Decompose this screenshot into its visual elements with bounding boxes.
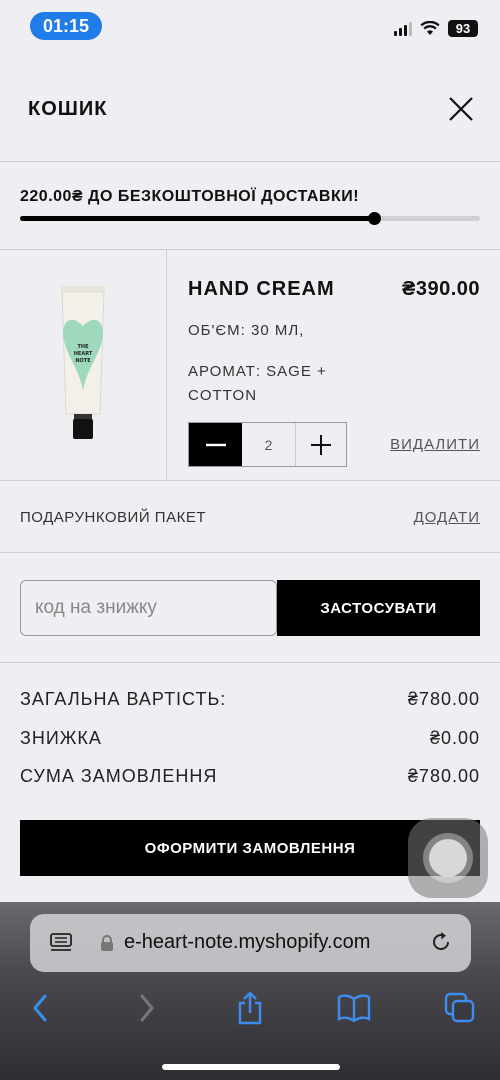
cart-item: THE HEART NOTE HAND CREAM ₴390.00 ОБ'ЄМ:… — [0, 250, 500, 481]
product-image[interactable]: THE HEART NOTE — [0, 250, 167, 481]
bookmarks-button[interactable] — [334, 988, 374, 1028]
shipping-progress-bar — [20, 212, 480, 225]
cellular-signal-icon — [394, 21, 412, 36]
lock-icon — [101, 935, 113, 951]
page-title: КОШИК — [28, 98, 108, 120]
add-gift-bag-link[interactable]: ДОДАТИ — [414, 509, 480, 526]
apply-discount-button[interactable]: ЗАСТОСУВАТИ — [277, 580, 480, 636]
forward-button[interactable] — [127, 988, 167, 1028]
battery-icon: 93 — [448, 20, 478, 37]
book-icon — [337, 994, 371, 1022]
subtotal-label: ЗАГАЛЬНА ВАРТІСТЬ: — [20, 689, 227, 709]
order-total-label: СУМА ЗАМОВЛЕННЯ — [20, 766, 218, 786]
subtotal-row: ЗАГАЛЬНА ВАРТІСТЬ: ₴780.00 — [20, 689, 480, 710]
wifi-icon — [420, 21, 440, 35]
minus-icon — [205, 443, 226, 446]
subtotal-value: ₴780.00 — [407, 689, 480, 709]
discount-row: ЗНИЖКА ₴0.00 — [20, 728, 480, 749]
hand-cream-tube-image: THE HEART NOTE — [61, 285, 105, 439]
home-indicator — [162, 1064, 340, 1070]
order-total-row: СУМА ЗАМОВЛЕННЯ ₴780.00 — [20, 766, 480, 787]
reload-icon[interactable] — [429, 930, 453, 954]
back-button[interactable] — [20, 988, 60, 1028]
share-button[interactable] — [230, 988, 270, 1028]
increase-quantity-button[interactable] — [295, 423, 346, 466]
chevron-right-icon — [140, 994, 154, 1022]
svg-text:NOTE: NOTE — [75, 358, 91, 364]
close-icon[interactable] — [448, 96, 474, 122]
gift-bag-row: ПОДАРУНКОВИЙ ПАКЕТ ДОДАТИ — [0, 481, 500, 553]
order-total-value: ₴780.00 — [407, 766, 480, 786]
status-time: 01:15 — [30, 12, 102, 40]
browser-nav-row — [0, 988, 500, 1028]
address-bar[interactable]: e-heart-note.myshopify.com — [30, 914, 471, 972]
discount-value: ₴0.00 — [429, 728, 480, 748]
browser-toolbar: e-heart-note.myshopify.com — [0, 902, 500, 1080]
tabs-icon — [444, 992, 475, 1023]
plus-icon — [311, 434, 331, 455]
discount-section: ЗАСТОСУВАТИ — [0, 553, 500, 663]
discount-label: ЗНИЖКА — [20, 728, 102, 748]
cart-header: КОШИК — [0, 60, 500, 162]
status-bar: 01:15 93 — [0, 0, 500, 56]
gift-bag-label: ПОДАРУНКОВИЙ ПАКЕТ — [20, 509, 206, 526]
url-text: e-heart-note.myshopify.com — [124, 931, 371, 953]
free-shipping-section: 220.00₴ ДО БЕЗКОШТОВНОЇ ДОСТАВКИ! — [0, 162, 500, 250]
tabs-button[interactable] — [440, 988, 480, 1028]
reader-view-icon[interactable] — [50, 932, 72, 954]
svg-text:HEART: HEART — [74, 351, 93, 357]
product-name[interactable]: HAND CREAM — [188, 278, 335, 301]
product-volume: ОБ'ЄМ: 30 МЛ, — [188, 322, 305, 339]
quantity-value[interactable]: 2 — [242, 423, 295, 466]
product-price: ₴390.00 — [401, 278, 480, 300]
assistive-touch-core — [429, 839, 467, 877]
remove-item-link[interactable]: ВИДАЛИТИ — [390, 436, 480, 453]
discount-code-input[interactable] — [20, 580, 277, 636]
assistive-touch-button[interactable] — [408, 818, 488, 898]
quantity-stepper: 2 — [188, 422, 347, 467]
chevron-left-icon — [33, 994, 47, 1022]
shipping-progress-fill — [20, 216, 375, 221]
free-shipping-message: 220.00₴ ДО БЕЗКОШТОВНОЇ ДОСТАВКИ! — [20, 188, 360, 205]
share-icon — [238, 991, 262, 1025]
decrease-quantity-button[interactable] — [189, 423, 242, 466]
assistive-touch-ring — [423, 833, 473, 883]
status-icons: 93 — [394, 20, 478, 37]
svg-text:THE: THE — [77, 344, 89, 350]
product-scent: АРОМАТ: SAGE + COTTON — [188, 363, 327, 404]
shipping-progress-knob — [368, 212, 382, 225]
